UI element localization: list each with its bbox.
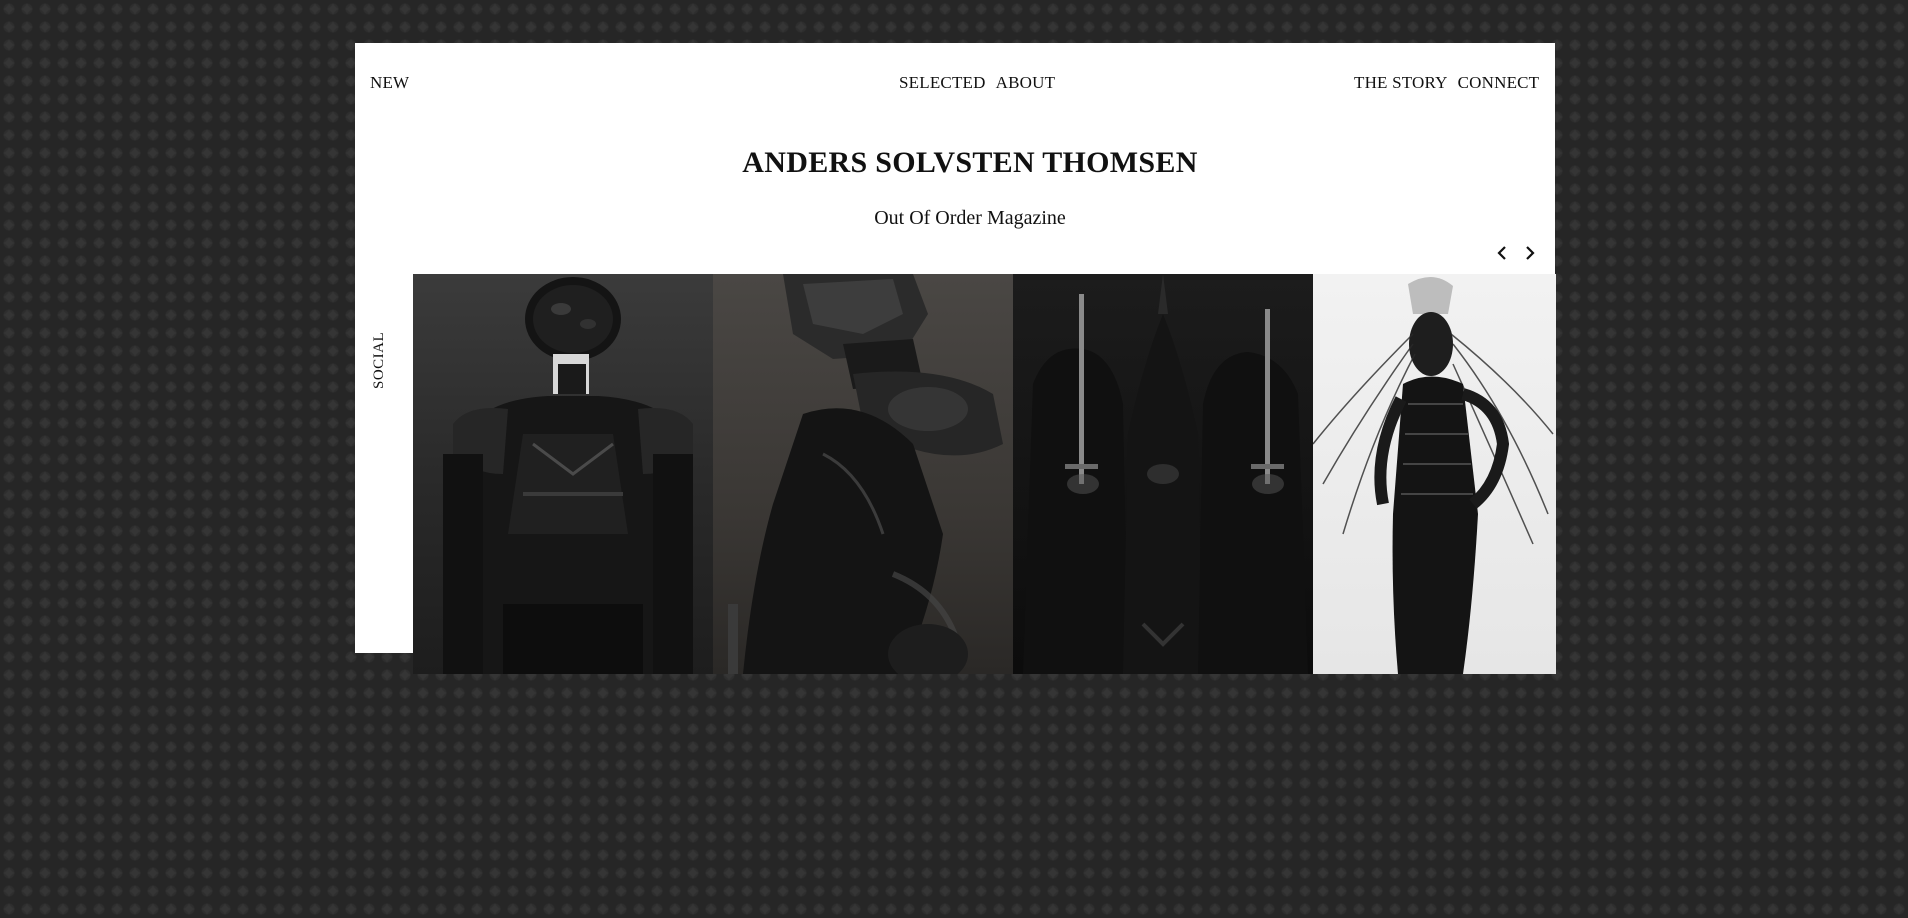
photo-figure-headdress-fringe[interactable] bbox=[1313, 274, 1556, 674]
page-title: ANDERS SOLVSTEN THOMSEN bbox=[742, 146, 1198, 179]
nav-the-story[interactable]: THE STORY bbox=[1354, 73, 1448, 93]
nav-center-group: SELECTED ABOUT bbox=[899, 73, 1055, 93]
nav-new[interactable]: NEW bbox=[370, 73, 409, 93]
social-link[interactable]: SOCIAL bbox=[371, 332, 388, 389]
photo-hooded-figures-swords[interactable] bbox=[1013, 274, 1313, 674]
photo-masked-figure-armor[interactable] bbox=[413, 274, 713, 674]
carousel-prev-button[interactable] bbox=[1493, 243, 1511, 263]
carousel-next-button[interactable] bbox=[1521, 243, 1539, 263]
photo-carousel bbox=[413, 274, 1556, 674]
chevron-left-icon bbox=[1497, 246, 1506, 260]
nav-right-group: THE STORY CONNECT bbox=[1354, 73, 1539, 93]
nav-connect[interactable]: CONNECT bbox=[1458, 73, 1540, 93]
chevron-right-icon bbox=[1526, 246, 1535, 260]
nav-about[interactable]: ABOUT bbox=[996, 73, 1056, 93]
nav-selected[interactable]: SELECTED bbox=[899, 73, 986, 93]
photo-armored-helmet-profile[interactable] bbox=[713, 274, 1013, 674]
page-subtitle: Out Of Order Magazine bbox=[874, 207, 1066, 229]
carousel-controls bbox=[1493, 243, 1539, 263]
